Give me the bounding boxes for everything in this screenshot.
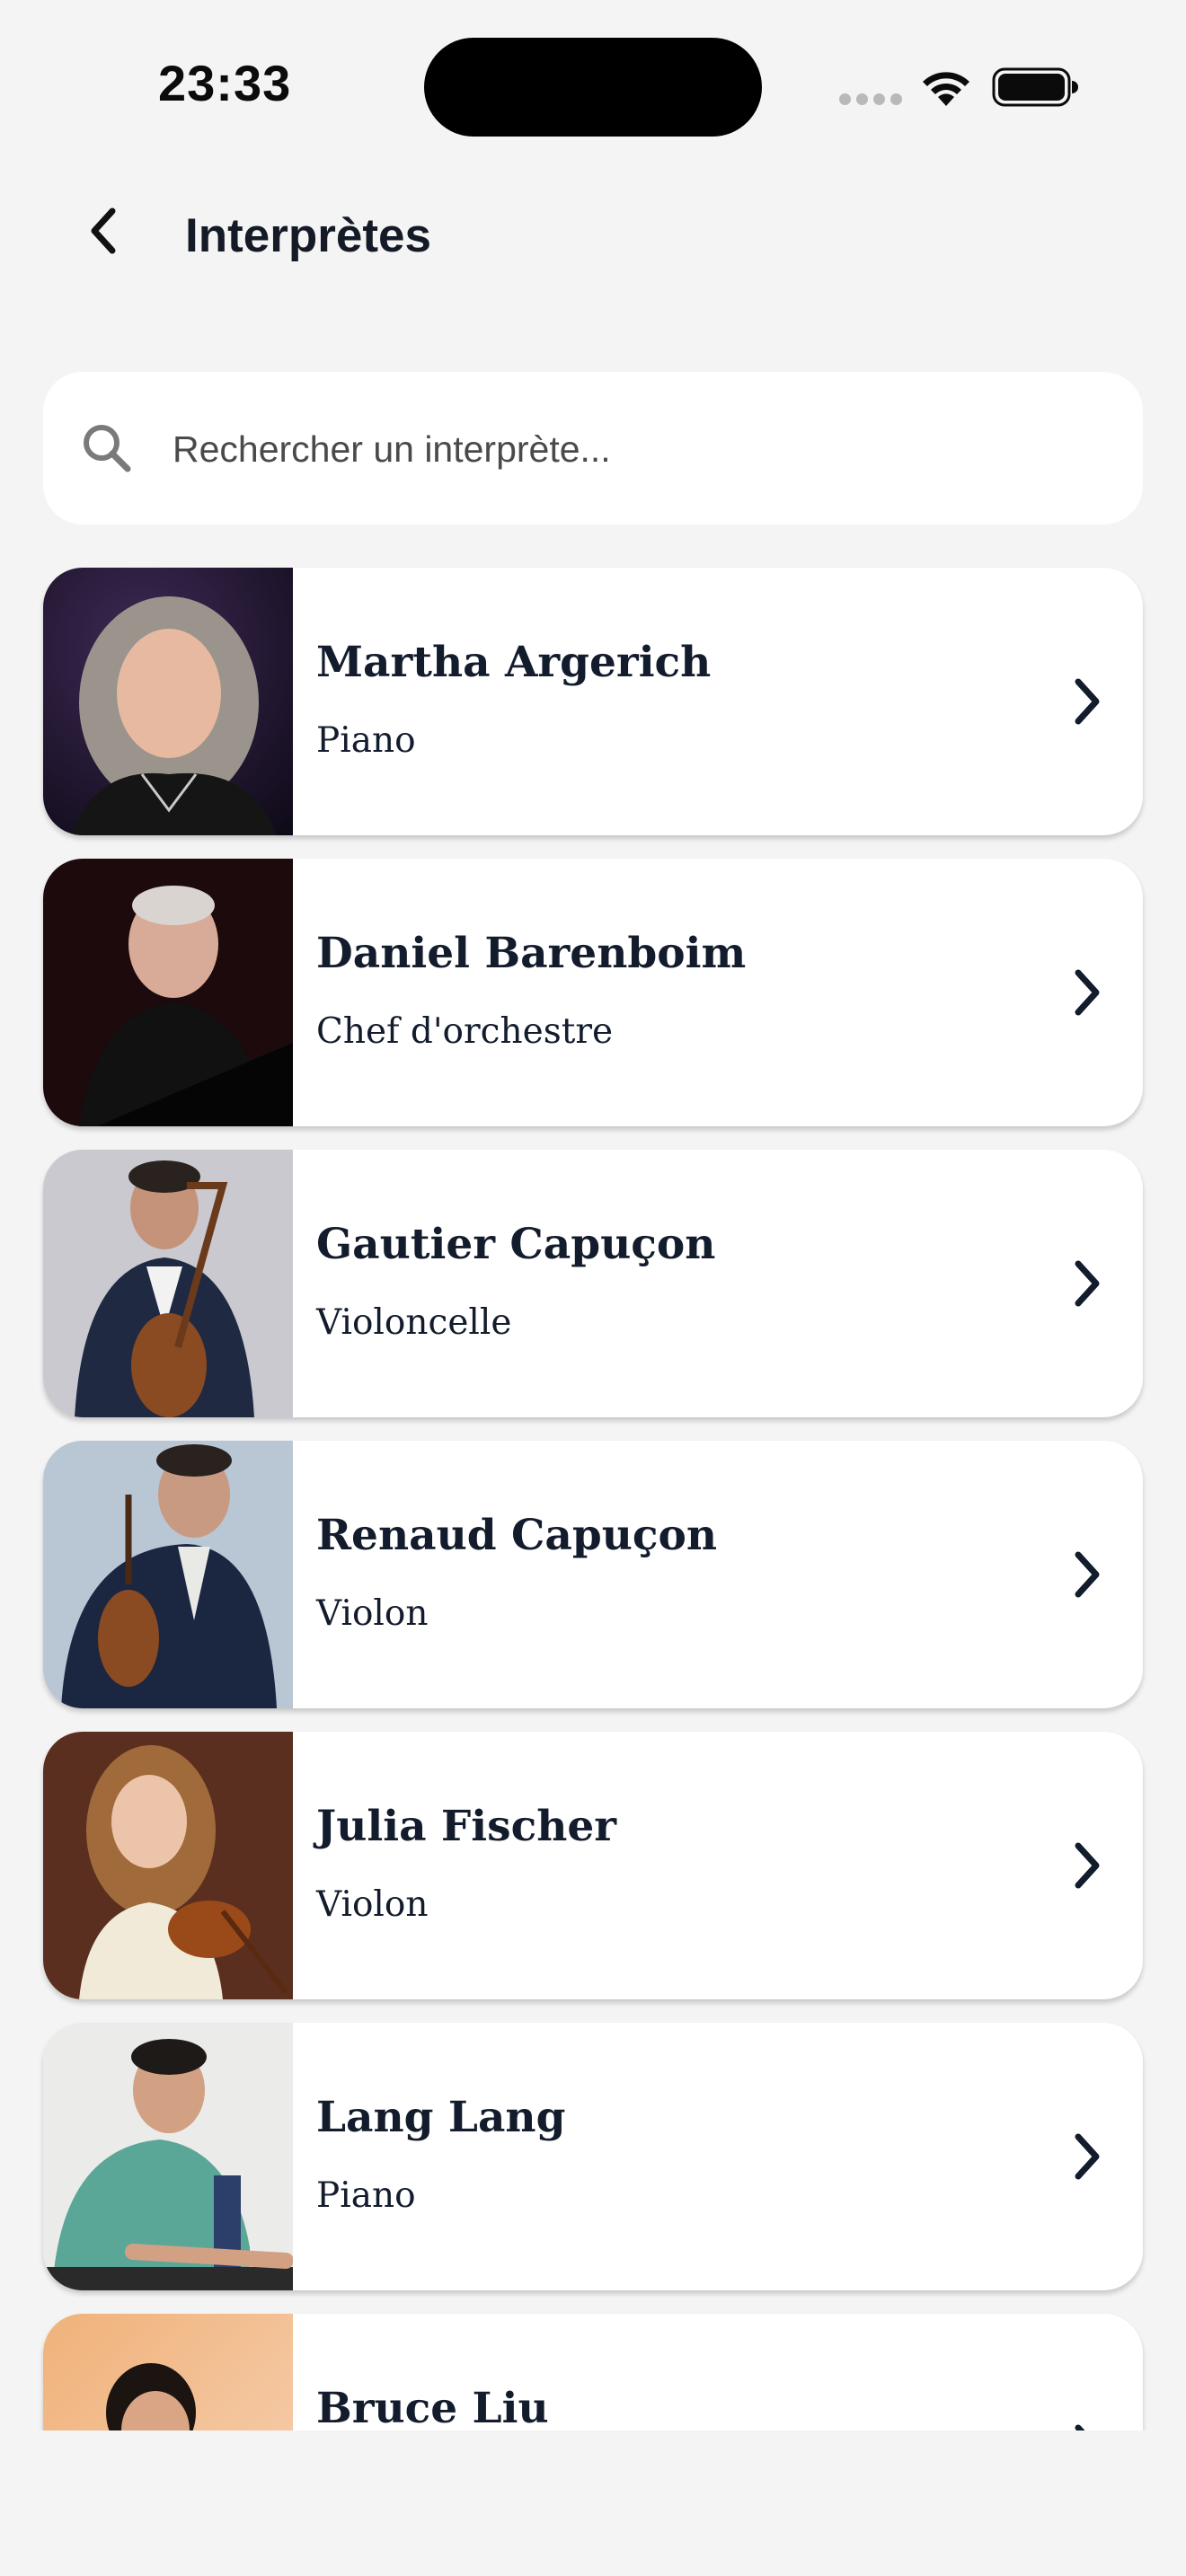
artist-role: Chef d'orchestre [316,1011,614,1052]
artist-card-bruce-liu[interactable]: Bruce Liu [43,2314,1143,2430]
artist-role: Violon [316,1593,429,1634]
artist-photo [43,859,293,1126]
artist-photo [43,2023,293,2290]
status-bar: 23:33 [0,0,1186,171]
artist-photo [43,2314,293,2430]
chevron-right-icon [1075,969,1100,1016]
chevron-left-icon [91,207,116,254]
status-time: 23:33 [158,55,292,111]
artist-name: Renaud Capuçon [316,1511,718,1560]
chevron-right-icon [1075,2133,1100,2180]
back-button[interactable] [72,199,135,262]
chevron-right-icon [1075,2424,1085,2430]
artist-name: Bruce Liu [316,2384,549,2430]
battery-icon [992,67,1078,107]
artist-name: Daniel Barenboim [316,929,747,978]
artist-card-lang-lang[interactable]: Lang Lang Piano [43,2023,1143,2290]
artist-card-martha-argerich[interactable]: Martha Argerich Piano [43,568,1143,835]
artist-name: Julia Fischer [316,1802,617,1851]
page-title: Interprètes [185,209,431,262]
chevron-right-icon [1075,1842,1100,1889]
artist-card-renaud-capucon[interactable]: Renaud Capuçon Violon [43,1441,1143,1708]
cellular-signal-icon [839,93,902,106]
artist-list: Martha Argerich Piano Daniel Barenboim C… [0,557,1186,2430]
artist-card-gautier-capucon[interactable]: Gautier Capuçon Violoncelle [43,1150,1143,1417]
dynamic-island [424,38,762,137]
artist-photo [43,1441,293,1708]
artist-card-julia-fischer[interactable]: Julia Fischer Violon [43,1732,1143,1999]
artist-photo [43,1150,293,1417]
wifi-icon [923,72,969,106]
artist-photo [43,1732,293,1999]
artist-name: Gautier Capuçon [316,1220,716,1269]
artist-role: Violon [316,1884,429,1925]
artist-photo [43,568,293,835]
chevron-right-icon [1075,678,1100,725]
chevron-right-icon [1075,1551,1100,1598]
search-input[interactable] [173,415,1107,483]
artist-name: Lang Lang [316,2093,566,2142]
artist-role: Piano [316,720,416,761]
artist-role: Piano [316,2175,416,2216]
chevron-right-icon [1075,1260,1100,1307]
artist-role: Violoncelle [316,1302,512,1343]
artist-card-daniel-barenboim[interactable]: Daniel Barenboim Chef d'orchestre [43,859,1143,1126]
search-icon [84,425,131,472]
artist-name: Martha Argerich [316,638,712,687]
